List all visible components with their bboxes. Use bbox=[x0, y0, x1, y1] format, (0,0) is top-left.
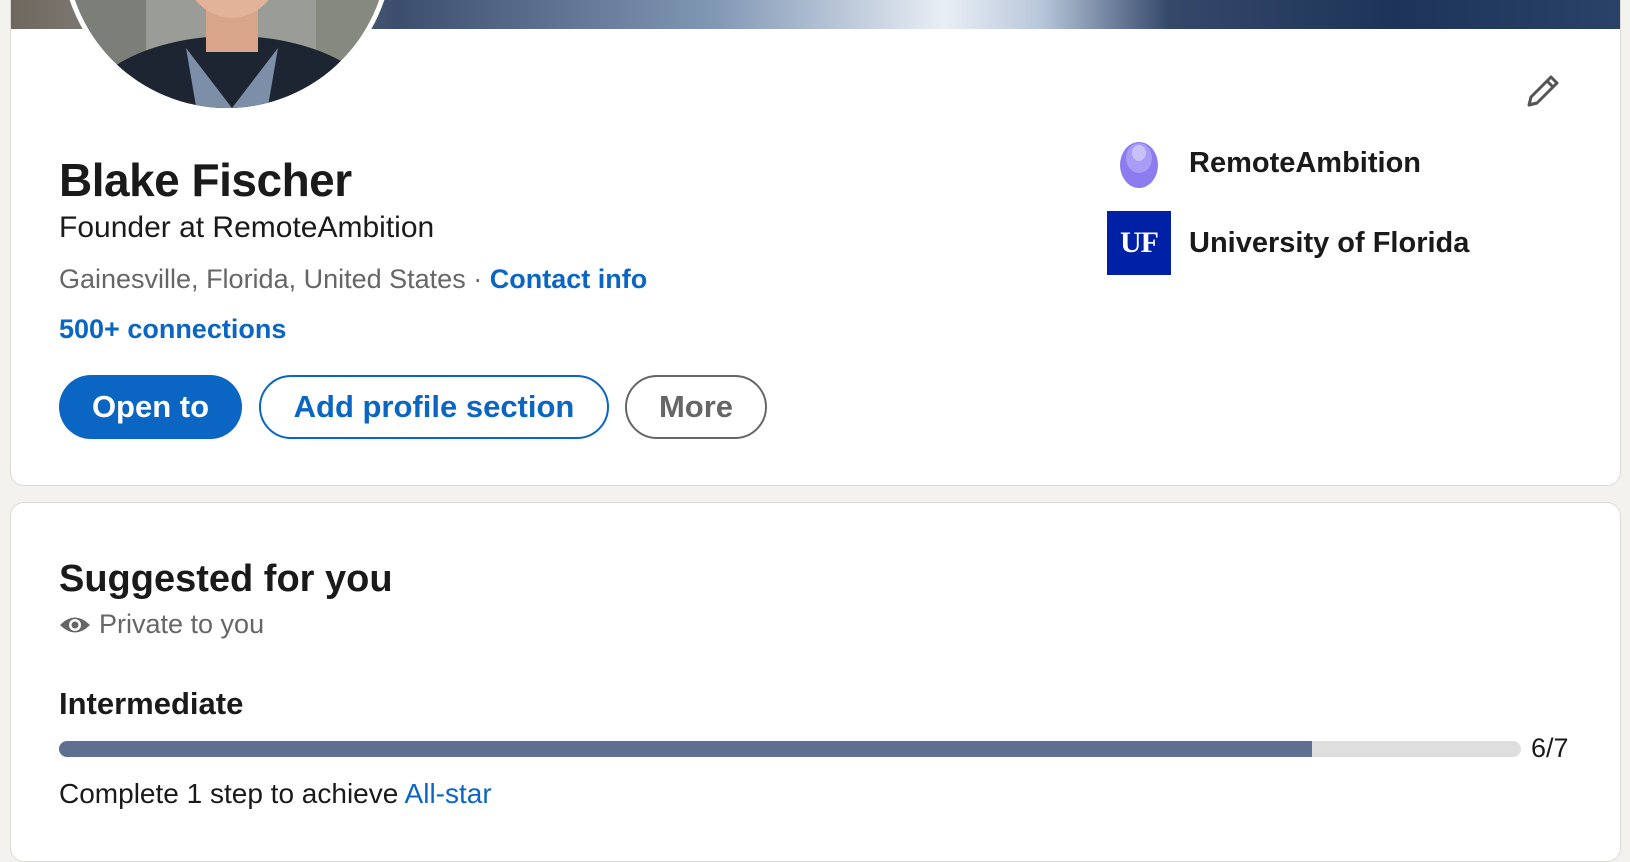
profile-card: Blake Fischer Founder at RemoteAmbition … bbox=[10, 0, 1621, 486]
org-remoteambition[interactable]: RemoteAmbition bbox=[1107, 131, 1421, 195]
eye-icon bbox=[60, 617, 90, 632]
profile-avatar[interactable] bbox=[61, 0, 393, 113]
org-name: University of Florida bbox=[1189, 226, 1470, 259]
remoteambition-logo-icon bbox=[1107, 131, 1171, 195]
progress-count: 6/7 bbox=[1531, 733, 1569, 763]
org-university-of-florida[interactable]: UF University of Florida bbox=[1107, 211, 1469, 275]
progress-fill bbox=[59, 741, 1313, 757]
profile-name: Blake Fischer bbox=[59, 154, 352, 206]
edit-pencil-icon[interactable] bbox=[1519, 69, 1565, 115]
privacy-label: Private to you bbox=[99, 609, 265, 639]
suggested-card: Suggested for you Private to you Interme… bbox=[10, 502, 1621, 862]
suggested-title: Suggested for you bbox=[59, 558, 393, 600]
uf-logo-icon: UF bbox=[1107, 211, 1171, 275]
add-profile-section-button[interactable]: Add profile section bbox=[259, 375, 609, 439]
privacy-row: Private to you bbox=[59, 609, 264, 640]
next-level-hint: Complete 1 step to achieve All-star bbox=[59, 778, 492, 810]
open-to-button[interactable]: Open to bbox=[59, 375, 242, 439]
profile-strength-progress-bar bbox=[59, 741, 1521, 757]
all-star-link[interactable]: All-star bbox=[405, 778, 492, 809]
location-separator: · bbox=[473, 264, 483, 294]
connections-link[interactable]: 500+ connections bbox=[59, 314, 286, 345]
more-button[interactable]: More bbox=[625, 375, 767, 439]
org-name: RemoteAmbition bbox=[1189, 146, 1421, 179]
complete-text: Complete 1 step to achieve bbox=[59, 778, 399, 809]
profile-location: Gainesville, Florida, United States bbox=[59, 264, 466, 294]
profile-strength-level: Intermediate bbox=[59, 686, 244, 721]
location-row: Gainesville, Florida, United States · Co… bbox=[59, 264, 647, 295]
contact-info-link[interactable]: Contact info bbox=[490, 264, 647, 294]
profile-headline: Founder at RemoteAmbition bbox=[59, 211, 435, 244]
avatar-photo bbox=[66, 0, 388, 108]
